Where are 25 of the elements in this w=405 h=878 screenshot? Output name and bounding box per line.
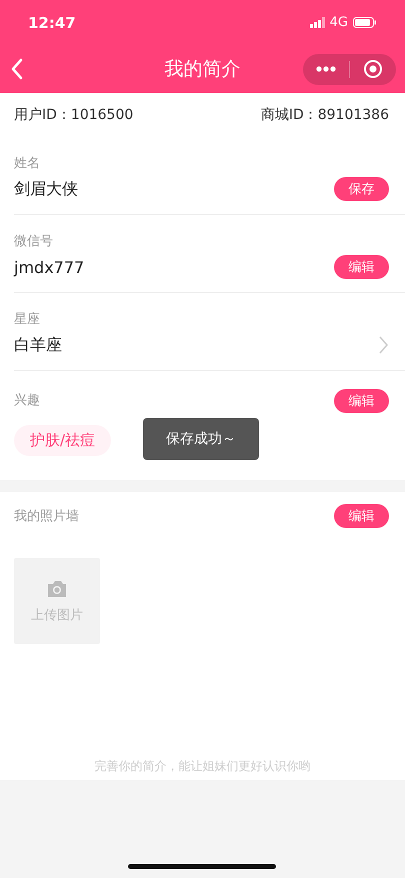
field-value: 白羊座 bbox=[14, 334, 62, 356]
camera-icon bbox=[46, 578, 68, 598]
field-label: 兴趣 bbox=[14, 392, 40, 410]
field-label: 姓名 bbox=[14, 155, 41, 173]
field-value: jmdx777 bbox=[14, 258, 84, 276]
id-text: 用户ID：1016500 bbox=[14, 106, 134, 124]
toast-message: 保存成功～ bbox=[143, 418, 259, 460]
signal-icon bbox=[310, 17, 325, 28]
more-icon[interactable] bbox=[316, 66, 336, 72]
network-label: 4G bbox=[330, 15, 348, 30]
back-icon[interactable] bbox=[10, 58, 24, 80]
field-label: 星座 bbox=[14, 311, 41, 329]
id-text: 商城ID：89101386 bbox=[260, 106, 389, 124]
edit-button[interactable]: 编辑 bbox=[334, 389, 389, 413]
edit-button[interactable]: 编辑 bbox=[334, 504, 389, 528]
status-time: 12:47 bbox=[28, 14, 76, 32]
field-label: 微信号 bbox=[14, 233, 54, 251]
page-title: 我的简介 bbox=[164, 57, 240, 82]
action-button[interactable]: 保存 bbox=[334, 177, 389, 201]
interest-tag: 护肤/祛痘 bbox=[14, 425, 112, 456]
close-icon[interactable] bbox=[362, 59, 383, 79]
battery-icon bbox=[353, 17, 377, 28]
action-button[interactable]: 编辑 bbox=[334, 255, 389, 279]
section-title: 我的照片墙 bbox=[14, 508, 79, 525]
field-value: 剑眉大侠 bbox=[14, 178, 78, 200]
